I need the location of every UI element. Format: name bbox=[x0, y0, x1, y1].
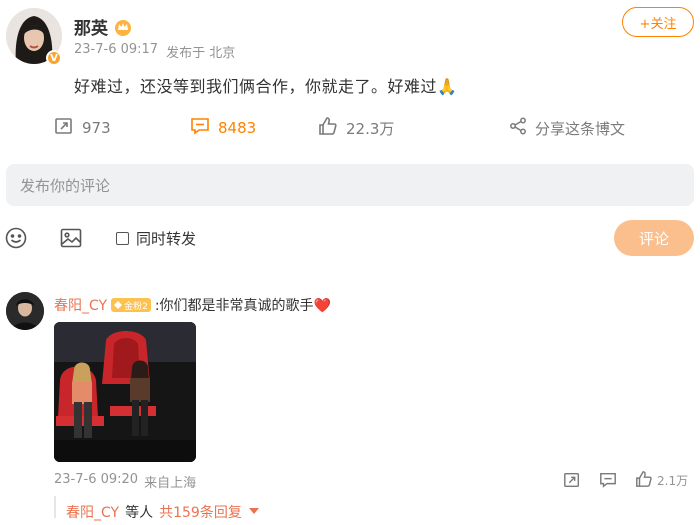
comment-time: 23-7-6 09:20 bbox=[54, 472, 139, 487]
post-source: 发布于 北京 bbox=[166, 46, 236, 61]
comment-like-button[interactable]: 2.1万 bbox=[635, 470, 688, 490]
like-icon bbox=[318, 116, 338, 140]
comment-location: 来自上海 bbox=[144, 476, 197, 491]
comment-button[interactable]: 8483 bbox=[190, 114, 256, 142]
post-time[interactable]: 23-7-6 09:17 bbox=[74, 42, 158, 61]
image-icon[interactable] bbox=[59, 226, 83, 250]
sync-repost-option[interactable]: 同时转发 bbox=[116, 228, 196, 249]
reply-thread-line bbox=[54, 496, 56, 518]
sync-repost-label: 同时转发 bbox=[136, 230, 197, 248]
comment-input[interactable]: 发布你的评论 bbox=[6, 164, 694, 206]
submit-comment-button[interactable]: 评论 bbox=[614, 220, 694, 256]
fan-level-label: 金粉2 bbox=[124, 301, 148, 312]
comment-image[interactable] bbox=[54, 322, 196, 462]
post-action-bar: 973 8483 22.3万 分享这条博文 bbox=[0, 114, 700, 142]
follow-button[interactable]: +关注 bbox=[622, 7, 694, 37]
comment-icon bbox=[190, 116, 210, 140]
share-icon bbox=[509, 117, 527, 139]
sync-repost-checkbox[interactable] bbox=[116, 232, 129, 245]
composer-toolbar: 同时转发 评论 bbox=[0, 220, 700, 256]
vip-badge-icon: V bbox=[46, 50, 62, 66]
emoji-icon[interactable] bbox=[4, 226, 28, 250]
badge-diamond-icon bbox=[114, 301, 123, 309]
comment-count: 8483 bbox=[218, 119, 257, 137]
repost-count: 973 bbox=[82, 119, 111, 137]
comment-repost-icon[interactable] bbox=[563, 470, 581, 490]
comment-meta: 23-7-6 09:20 来自上海 bbox=[54, 472, 196, 491]
author-name[interactable]: 那英 bbox=[74, 14, 108, 39]
crown-icon bbox=[114, 18, 132, 36]
commenter-avatar[interactable] bbox=[6, 292, 44, 330]
chevron-down-icon bbox=[248, 504, 260, 520]
fan-level-badge: 金粉2 bbox=[111, 298, 151, 312]
replies-mid-text: 等人 bbox=[125, 505, 154, 521]
comment-header: 春阳_CY 金粉2 :你们都是非常真诚的歌手❤️ bbox=[54, 295, 331, 315]
comment-like-icon bbox=[635, 470, 653, 491]
replies-link[interactable]: 春阳_CY 等人 共159条回复 bbox=[66, 502, 260, 522]
weibo-post: V 那英 23-7-6 09:17 发布于 北京 +关注 好难过，还没等到我们俩… bbox=[0, 0, 700, 525]
share-button[interactable]: 分享这条博文 bbox=[509, 114, 625, 142]
comment-reply-icon[interactable] bbox=[599, 470, 617, 490]
repost-icon bbox=[54, 116, 74, 140]
comment-text: :你们都是非常真诚的歌手❤️ bbox=[154, 298, 331, 314]
commenter-name[interactable]: 春阳_CY bbox=[54, 295, 107, 315]
replies-count[interactable]: 共159条回复 bbox=[159, 502, 242, 522]
share-label: 分享这条博文 bbox=[535, 119, 626, 138]
like-button[interactable]: 22.3万 bbox=[318, 114, 394, 142]
comment-like-count: 2.1万 bbox=[657, 473, 689, 488]
post-meta: 23-7-6 09:17 发布于 北京 bbox=[74, 42, 235, 61]
post-text: 好难过，还没等到我们俩合作，你就走了。好难过🙏 bbox=[74, 77, 458, 96]
replies-user[interactable]: 春阳_CY bbox=[66, 502, 119, 522]
like-count: 22.3万 bbox=[346, 119, 395, 138]
repost-button[interactable]: 973 bbox=[54, 114, 111, 142]
author-name-row: 那英 bbox=[74, 14, 132, 39]
